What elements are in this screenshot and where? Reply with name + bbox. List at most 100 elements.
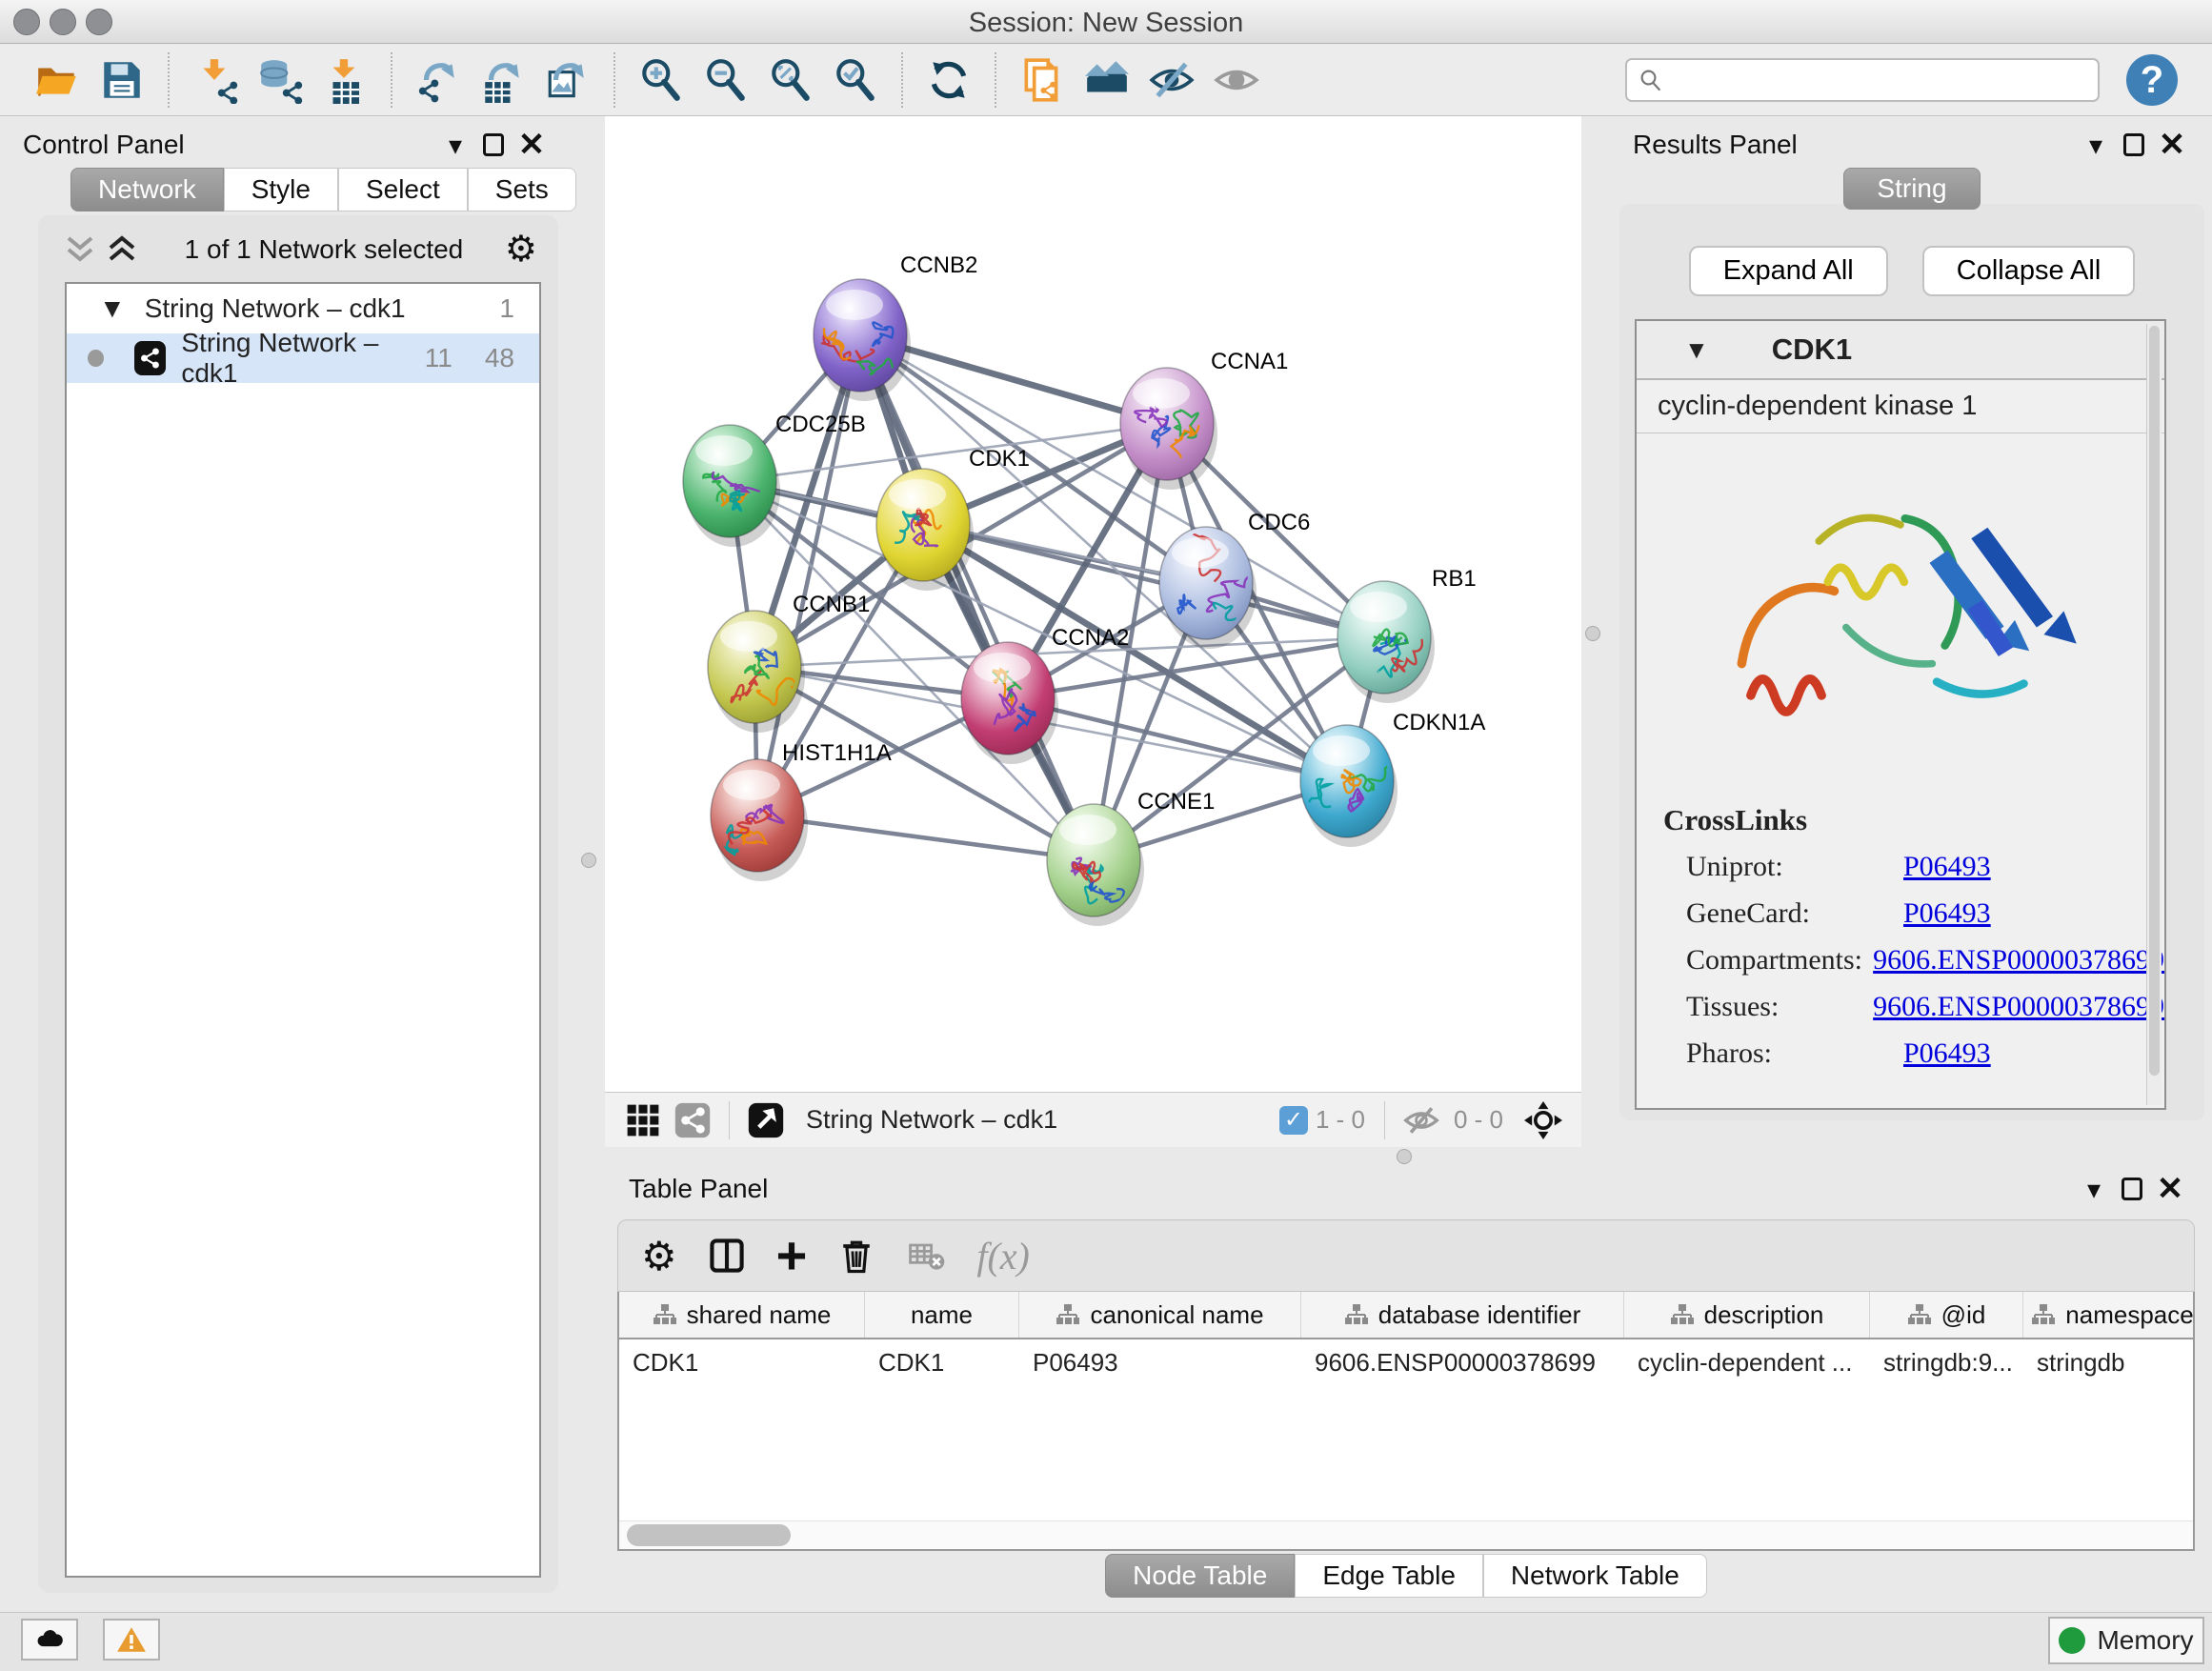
tab-select[interactable]: Select: [338, 168, 468, 211]
chevron-double-down-icon[interactable]: [59, 232, 101, 267]
checkbox-icon[interactable]: ✓: [1279, 1106, 1308, 1135]
horizontal-splitter-handle[interactable]: [1397, 1149, 1412, 1164]
table-export-icon[interactable]: [476, 53, 530, 107]
open-in-new-icon[interactable]: [747, 1101, 785, 1139]
zoom-out-icon[interactable]: [699, 53, 753, 107]
right-splitter-handle[interactable]: [1585, 626, 1600, 641]
network-node-CCNA1[interactable]: CCNA1: [1120, 349, 1288, 490]
grid-icon[interactable]: [624, 1101, 662, 1139]
tab-network[interactable]: Network: [70, 168, 224, 211]
close-panel-icon[interactable]: ✕: [513, 128, 551, 162]
expand-all-button[interactable]: Expand All: [1689, 246, 1888, 296]
network-export-icon[interactable]: [412, 53, 465, 107]
network-edge-HIST1H1A-CCNE1[interactable]: [757, 815, 1094, 860]
network-node-HIST1H1A[interactable]: HIST1H1A: [711, 740, 892, 881]
table-import-icon[interactable]: [318, 53, 372, 107]
zoom-in-icon[interactable]: [634, 53, 688, 107]
float-panel-icon[interactable]: [474, 128, 513, 162]
tab-sets[interactable]: Sets: [468, 168, 576, 211]
column-header-name[interactable]: name: [865, 1292, 1019, 1338]
network-edge-CDK1-RB1[interactable]: [923, 525, 1384, 637]
left-splitter-handle[interactable]: [581, 853, 596, 868]
toolbar-separator: [613, 52, 615, 108]
eye-icon[interactable]: [1210, 53, 1263, 107]
column-header-database-identifier[interactable]: database identifier: [1301, 1292, 1624, 1338]
crosslink-link[interactable]: 9606.ENSP00000378699: [1873, 944, 2164, 976]
close-panel-icon[interactable]: ✕: [2153, 128, 2191, 162]
table-cell: 9606.ENSP00000378699: [1301, 1339, 1624, 1385]
plus-icon[interactable]: +: [776, 1237, 808, 1274]
tab-node-table[interactable]: Node Table: [1105, 1554, 1295, 1598]
import-network-icon[interactable]: [189, 53, 242, 107]
chevron-double-up-icon[interactable]: [101, 232, 143, 267]
function-icon[interactable]: f(x): [976, 1234, 1030, 1278]
collapse-panel-icon[interactable]: ▾: [2075, 1172, 2113, 1206]
crosslink-label: Uniprot:: [1663, 851, 1903, 883]
trash-icon[interactable]: [835, 1235, 877, 1277]
warning-icon[interactable]: [103, 1619, 160, 1661]
eye-slash-icon[interactable]: [1402, 1101, 1440, 1139]
tab-network-table[interactable]: Network Table: [1483, 1554, 1707, 1598]
copy-document-icon[interactable]: [1016, 53, 1069, 107]
gear-icon[interactable]: ⚙: [505, 232, 537, 268]
network-node-CCNB2[interactable]: CCNB2: [814, 252, 977, 401]
table-row[interactable]: CDK1CDK1P064939606.ENSP00000378699cyclin…: [619, 1339, 2193, 1385]
close-panel-icon[interactable]: ✕: [2151, 1172, 2189, 1206]
column-header-canonical-name[interactable]: canonical name: [1019, 1292, 1301, 1338]
table-hscrollbar[interactable]: [619, 1520, 2193, 1549]
crosslink-row: GeneCard:P06493: [1663, 897, 2164, 930]
node-label-CDKN1A: CDKN1A: [1393, 710, 1485, 735]
network-node-CDKN1A[interactable]: CDKN1A: [1300, 710, 1485, 847]
cloud-icon[interactable]: [21, 1619, 78, 1661]
network-node-CCNE1[interactable]: CCNE1: [1047, 789, 1215, 926]
gear-icon[interactable]: ⚙: [641, 1233, 677, 1279]
zoom-fit-icon[interactable]: [764, 53, 817, 107]
crosslink-link[interactable]: P06493: [1903, 851, 1991, 883]
column-header-@id[interactable]: @id: [1870, 1292, 2023, 1338]
network-node-CDC6[interactable]: CDC6: [1159, 510, 1310, 649]
column-header-description[interactable]: description: [1624, 1292, 1870, 1338]
column-header-namespace[interactable]: namespace: [2023, 1292, 2195, 1338]
float-panel-icon[interactable]: [2113, 1172, 2151, 1206]
network-view-toolbar: String Network – cdk1 ✓ 1 - 0 0 - 0: [605, 1092, 1581, 1147]
network-collection-row[interactable]: ▼ String Network – cdk1 1: [67, 284, 539, 333]
database-import-icon[interactable]: [253, 53, 307, 107]
toolbar-separator: [168, 52, 170, 108]
crosslink-link[interactable]: 9606.ENSP00000378699: [1873, 991, 2164, 1023]
birdseye-icon[interactable]: [1524, 1101, 1562, 1139]
houses-icon[interactable]: [1080, 53, 1134, 107]
network-edge-CCNB2-CCNE1[interactable]: [860, 335, 1094, 860]
share-icon[interactable]: [674, 1101, 712, 1139]
collapse-gene-icon[interactable]: ▼: [1684, 335, 1709, 365]
search-input[interactable]: [1665, 62, 2098, 98]
network-view-canvas[interactable]: CCNB2CCNA1CDC25BCDK1CDC6RB1CCNB1CCNA2CDK…: [605, 116, 1581, 1092]
float-panel-icon[interactable]: [2115, 128, 2153, 162]
floppy-save-icon[interactable]: [95, 53, 149, 107]
column-header-shared-name[interactable]: shared name: [619, 1292, 865, 1338]
tree-expander-icon[interactable]: ▼: [99, 293, 126, 324]
collapse-panel-icon[interactable]: ▾: [2077, 128, 2115, 162]
zoom-selected-icon[interactable]: [829, 53, 882, 107]
tab-style[interactable]: Style: [224, 168, 338, 211]
collapse-all-button[interactable]: Collapse All: [1922, 246, 2136, 296]
folder-open-icon[interactable]: [30, 53, 84, 107]
split-columns-icon[interactable]: [706, 1235, 748, 1277]
refresh-icon[interactable]: [922, 53, 975, 107]
image-export-icon[interactable]: [541, 53, 594, 107]
crosslink-link[interactable]: P06493: [1903, 1037, 1991, 1070]
crosslink-link[interactable]: P06493: [1903, 897, 1991, 930]
results-scrollbar[interactable]: [2146, 324, 2162, 1105]
tab-string[interactable]: String: [1843, 168, 1980, 210]
network-row-selected[interactable]: String Network – cdk1 11 48: [67, 333, 539, 383]
node-label-CDC6: CDC6: [1248, 510, 1310, 535]
help-icon[interactable]: ?: [2126, 54, 2178, 106]
hscroll-thumb[interactable]: [627, 1524, 791, 1546]
table-cell: cyclin-dependent ...: [1624, 1339, 1870, 1385]
memory-button[interactable]: Memory: [2048, 1617, 2204, 1664]
network-edge-count: 48: [485, 343, 514, 373]
delete-table-icon[interactable]: [906, 1235, 948, 1277]
eye-slash-icon[interactable]: [1145, 53, 1198, 107]
network-node-RB1[interactable]: RB1: [1337, 566, 1477, 703]
tab-edge-table[interactable]: Edge Table: [1295, 1554, 1483, 1598]
collapse-panel-icon[interactable]: ▾: [436, 128, 474, 162]
